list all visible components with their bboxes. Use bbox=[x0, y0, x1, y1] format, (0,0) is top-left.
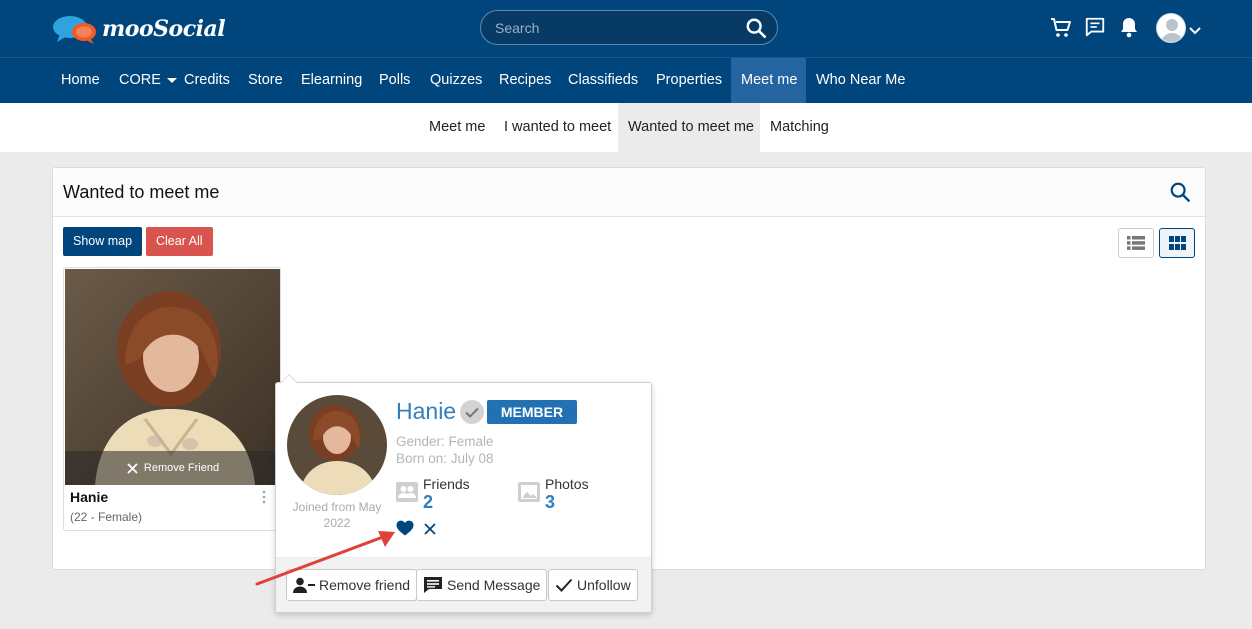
subtab-label: Wanted to meet me bbox=[628, 119, 754, 135]
remove-friend-button-label: Remove friend bbox=[319, 577, 411, 593]
subtab-matching[interactable]: Matching bbox=[760, 103, 839, 152]
subtab-wanted-to-meet-me[interactable]: Wanted to meet me bbox=[618, 103, 760, 152]
send-message-button-label: Send Message bbox=[447, 577, 541, 593]
close-icon bbox=[127, 462, 138, 474]
friends-icon bbox=[396, 482, 418, 507]
nav-label: Properties bbox=[656, 72, 723, 88]
main-navigation: Home CORE Credits Store Elearning Polls … bbox=[0, 57, 1252, 103]
friends-label: Friends bbox=[423, 476, 470, 492]
nav-label: Meet me bbox=[741, 72, 798, 88]
nav-label: CORE bbox=[119, 72, 161, 88]
profile-name[interactable]: Hanie bbox=[396, 398, 456, 425]
nav-home[interactable]: Home bbox=[51, 58, 110, 103]
popover-arrow bbox=[280, 374, 298, 383]
nav-label: Quizzes bbox=[430, 72, 483, 88]
friends-count[interactable]: 2 bbox=[423, 492, 433, 513]
member-badge: MEMBER bbox=[487, 400, 577, 424]
nav-polls[interactable]: Polls bbox=[369, 58, 420, 103]
nav-label: Store bbox=[248, 72, 283, 88]
message-icon[interactable] bbox=[1084, 16, 1106, 43]
gender-info: Gender: Female bbox=[396, 434, 494, 449]
verified-check-icon bbox=[460, 400, 484, 424]
bell-icon[interactable] bbox=[1119, 16, 1139, 43]
nav-properties[interactable]: Properties bbox=[646, 58, 732, 103]
nav-credits[interactable]: Credits bbox=[174, 58, 240, 103]
unfollow-button-label: Unfollow bbox=[577, 577, 631, 593]
nav-label: Elearning bbox=[301, 72, 363, 88]
more-options-icon[interactable] bbox=[262, 490, 266, 509]
grid-view-icon bbox=[1168, 236, 1186, 250]
nav-store[interactable]: Store bbox=[238, 58, 293, 103]
sub-navigation: Meet me I wanted to meet Wanted to meet … bbox=[0, 103, 1252, 152]
global-search[interactable] bbox=[480, 10, 778, 45]
nav-label: Home bbox=[61, 72, 100, 88]
top-header: mooSocial bbox=[0, 0, 1252, 57]
nav-elearning[interactable]: Elearning bbox=[291, 58, 372, 103]
clear-all-button[interactable]: Clear All bbox=[146, 227, 213, 256]
member-card[interactable]: Remove Friend Hanie (22 - Female) bbox=[63, 267, 281, 531]
subtab-meet-me[interactable]: Meet me bbox=[419, 103, 495, 152]
member-photo[interactable]: Remove Friend bbox=[65, 269, 280, 485]
subtab-label: Matching bbox=[770, 119, 829, 135]
member-age-gender: (22 - Female) bbox=[70, 510, 143, 524]
heart-icon[interactable] bbox=[396, 520, 414, 541]
search-icon[interactable] bbox=[1169, 181, 1191, 208]
search-input[interactable] bbox=[495, 18, 735, 38]
list-view-button[interactable] bbox=[1118, 228, 1154, 258]
cart-icon[interactable] bbox=[1049, 16, 1073, 45]
send-message-button[interactable]: Send Message bbox=[416, 569, 548, 601]
show-map-button[interactable]: Show map bbox=[63, 227, 143, 256]
remove-friend-button[interactable]: Remove friend bbox=[286, 569, 418, 601]
birthday-info: Born on: July 08 bbox=[396, 451, 494, 466]
unfollow-button[interactable]: Unfollow bbox=[548, 569, 638, 601]
list-view-icon bbox=[1127, 236, 1145, 250]
nav-classifieds[interactable]: Classifieds bbox=[558, 58, 648, 103]
profile-hover-card: Joined from May 2022 Hanie MEMBER Gender… bbox=[275, 374, 652, 613]
logo-text: mooSocial bbox=[102, 16, 226, 42]
remove-friend-label: Remove Friend bbox=[143, 462, 220, 474]
chat-bubbles-logo-icon bbox=[53, 16, 96, 44]
popover-actions: Remove friend Send Message Unfollow bbox=[276, 557, 651, 612]
nav-quizzes[interactable]: Quizzes bbox=[420, 58, 492, 103]
nav-recipes[interactable]: Recipes bbox=[489, 58, 561, 103]
nav-label: Classifieds bbox=[568, 72, 639, 88]
chevron-down-icon[interactable] bbox=[1189, 22, 1201, 40]
check-icon bbox=[555, 578, 573, 592]
photos-icon bbox=[518, 482, 540, 507]
panel-header: Wanted to meet me bbox=[53, 168, 1205, 217]
profile-avatar[interactable] bbox=[287, 395, 387, 495]
joined-date: Joined from May 2022 bbox=[292, 500, 382, 530]
nav-label: Who Near Me bbox=[816, 72, 906, 88]
site-logo[interactable]: mooSocial bbox=[52, 12, 226, 46]
member-name[interactable]: Hanie bbox=[70, 489, 108, 505]
photos-label: Photos bbox=[545, 476, 589, 492]
page-title: Wanted to meet me bbox=[63, 182, 220, 202]
nav-label: Recipes bbox=[499, 72, 552, 88]
user-silhouette-icon bbox=[1161, 19, 1183, 42]
close-icon[interactable] bbox=[424, 522, 436, 540]
user-avatar[interactable] bbox=[1156, 13, 1186, 43]
photos-count[interactable]: 3 bbox=[545, 492, 555, 513]
search-icon[interactable] bbox=[745, 17, 767, 44]
nav-who-near-me[interactable]: Who Near Me bbox=[806, 58, 915, 103]
subtab-label: I wanted to meet bbox=[504, 119, 612, 135]
nav-label: Polls bbox=[379, 72, 411, 88]
nav-meet-me[interactable]: Meet me bbox=[731, 58, 806, 103]
remove-friend-overlay[interactable]: Remove Friend bbox=[65, 451, 280, 485]
nav-label: Credits bbox=[184, 72, 230, 88]
subtab-i-wanted-to-meet[interactable]: I wanted to meet bbox=[494, 103, 621, 152]
subtab-label: Meet me bbox=[429, 119, 486, 135]
grid-view-button[interactable] bbox=[1159, 228, 1195, 258]
remove-user-icon bbox=[293, 577, 315, 593]
message-icon bbox=[424, 577, 442, 593]
